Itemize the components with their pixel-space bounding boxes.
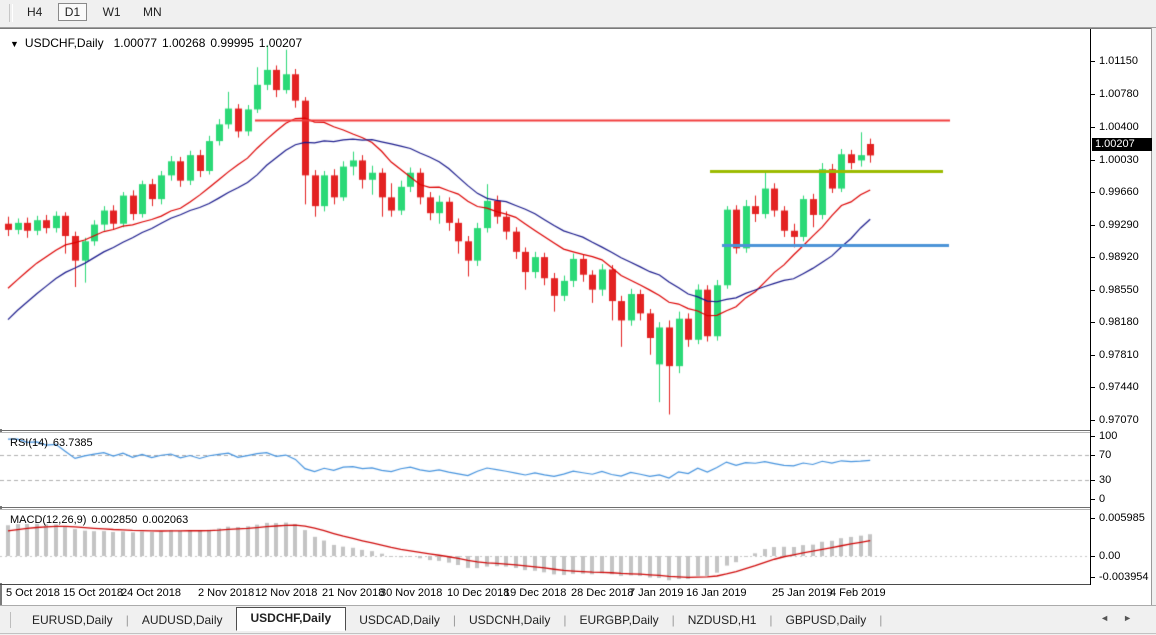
axis-tick-mark <box>1090 556 1095 557</box>
tab-audusd-daily[interactable]: AUDUSD,Daily <box>129 610 236 630</box>
timeframe-h4-button[interactable]: H4 <box>20 3 49 21</box>
date-label: 10 Dec 2018 <box>447 587 510 599</box>
date-label: 2 Nov 2018 <box>198 587 255 599</box>
price-tick-label: 1.00400 <box>1099 121 1139 133</box>
tab-usdchf-daily[interactable]: USDCHF,Daily <box>235 606 347 631</box>
macd-level-label: -0.003954 <box>1099 571 1149 583</box>
rsi-level-label: 30 <box>1099 474 1112 486</box>
chart-title: ▼ USDCHF,Daily 1.00077 1.00268 0.99995 1.0020… <box>10 36 302 50</box>
date-label: 15 Oct 2018 <box>63 587 123 599</box>
price-tick-label: 1.00030 <box>1099 154 1139 166</box>
rsi-level-label: 0 <box>1099 493 1106 505</box>
timeframe-toolbar: H4 D1 W1 MN <box>0 0 1156 28</box>
timeframe-d1-button[interactable]: D1 <box>57 3 88 21</box>
main-chart-canvas[interactable] <box>0 29 1090 429</box>
rsi-value: 63.7385 <box>52 437 93 449</box>
window-right-edge <box>1151 28 1152 605</box>
date-label: 28 Dec 2018 <box>571 587 634 599</box>
chart-tab-bar: EURUSD,Daily | AUDUSD,Daily USDCHF,Daily USD… <box>0 605 1156 635</box>
date-label: 5 Oct 2018 <box>6 587 60 599</box>
ohlc-high: 1.00268 <box>162 36 206 50</box>
axis-tick-mark <box>1090 455 1095 456</box>
axis-tick-mark <box>1090 387 1095 388</box>
panel-splitter-shadow <box>0 432 1090 433</box>
price-tick-label: 0.98180 <box>1099 316 1139 328</box>
tab-eurusd-daily[interactable]: EURUSD,Daily <box>19 610 126 630</box>
timeframe-w1-button[interactable]: W1 <box>96 3 128 21</box>
rsi-level-label: 70 <box>1099 449 1112 461</box>
axis-tick-mark <box>1090 192 1095 193</box>
axis-tick-mark <box>1090 518 1095 519</box>
macd-level-label: 0.005985 <box>1099 512 1145 524</box>
rsi-name: RSI(14) <box>10 437 48 449</box>
axis-tick-mark <box>1090 127 1095 128</box>
terminal-window: H4 D1 W1 MN ▼ USDCHF,Daily 1.00077 1.00268 0… <box>0 0 1156 635</box>
axis-tick-mark <box>1090 420 1095 421</box>
axis-tick-mark <box>1090 257 1095 258</box>
axis-tick-mark <box>1090 436 1095 437</box>
panel-splitter-shadow <box>0 509 1090 510</box>
axis-tick-mark <box>1090 577 1095 578</box>
tabs-scroll-left-icon[interactable]: ◄ <box>1100 613 1123 623</box>
tab-gbpusd-daily[interactable]: GBPUSD,Daily <box>773 610 880 630</box>
tab-usdcad-daily[interactable]: USDCAD,Daily <box>346 610 453 630</box>
rsi-indicator-label: RSI(14) 63.7385 <box>10 437 98 449</box>
date-label: 19 Dec 2018 <box>504 587 567 599</box>
macd-signal-value: 0.002063 <box>142 514 189 526</box>
tab-strip-edge <box>10 612 11 628</box>
toolbar-groove <box>9 4 13 22</box>
price-tick-label: 0.99660 <box>1099 186 1139 198</box>
chart-bottom-frame <box>0 584 1090 585</box>
macd-level-label: 0.00 <box>1099 550 1121 562</box>
axis-tick-mark <box>1090 290 1095 291</box>
date-label: 12 Nov 2018 <box>255 587 318 599</box>
price-tick-label: 0.98550 <box>1099 284 1139 296</box>
price-tick-label: 0.97070 <box>1099 414 1139 426</box>
date-label: 24 Oct 2018 <box>121 587 181 599</box>
macd-main-value: 0.002850 <box>91 514 138 526</box>
date-label: 25 Jan 2019 <box>772 587 833 599</box>
symbol-dropdown-icon[interactable]: ▼ <box>10 39 19 49</box>
date-label: 7 Jan 2019 <box>629 587 684 599</box>
tab-nzdusd-h1[interactable]: NZDUSD,H1 <box>675 610 770 630</box>
tab-usdcnh-daily[interactable]: USDCNH,Daily <box>456 610 563 630</box>
panel-splitter[interactable] <box>0 507 1090 508</box>
tabs-scroll-right-icon[interactable]: ► <box>1123 613 1146 623</box>
rsi-level-label: 100 <box>1099 430 1118 442</box>
axis-tick-mark <box>1090 225 1095 226</box>
macd-indicator-label: MACD(12,26,9) 0.002850 0.002063 <box>10 514 193 526</box>
date-label: 30 Nov 2018 <box>380 587 443 599</box>
axis-tick-mark <box>1090 322 1095 323</box>
price-tick-label: 1.01150 <box>1099 55 1138 67</box>
current-price-badge: 1.00207 <box>1092 138 1152 151</box>
tabbar-bottom-line <box>0 633 1156 634</box>
axis-tick-mark <box>1090 480 1095 481</box>
ohlc-low: 0.99995 <box>210 36 254 50</box>
ohlc-close: 1.00207 <box>258 36 303 50</box>
macd-name: MACD(12,26,9) <box>10 514 87 526</box>
price-axis-line <box>1090 29 1091 585</box>
tab-separator: | <box>879 613 883 627</box>
price-tick-label: 0.98920 <box>1099 251 1139 263</box>
date-label: 21 Nov 2018 <box>322 587 385 599</box>
axis-tick-mark <box>1090 94 1095 95</box>
date-label: 4 Feb 2019 <box>830 587 886 599</box>
symbol-name: USDCHF,Daily <box>24 36 104 50</box>
axis-tick-mark <box>1090 355 1095 356</box>
axis-tick-mark <box>1090 499 1095 500</box>
axis-tick-mark <box>1090 160 1095 161</box>
rsi-canvas[interactable] <box>0 433 1090 506</box>
timeframe-mn-button[interactable]: MN <box>136 3 169 21</box>
ohlc-open: 1.00077 <box>113 36 157 50</box>
axis-tick-mark <box>1090 61 1095 62</box>
price-tick-label: 0.99290 <box>1099 219 1139 231</box>
tab-eurgbp-daily[interactable]: EURGBP,Daily <box>566 610 671 630</box>
price-tick-label: 1.00780 <box>1099 88 1139 100</box>
price-tick-label: 0.97810 <box>1099 349 1139 361</box>
date-label: 16 Jan 2019 <box>686 587 747 599</box>
panel-splitter[interactable] <box>0 430 1090 431</box>
time-axis: 5 Oct 2018 15 Oct 2018 24 Oct 2018 2 Nov 20… <box>0 586 1090 604</box>
price-tick-label: 0.97440 <box>1099 381 1139 393</box>
